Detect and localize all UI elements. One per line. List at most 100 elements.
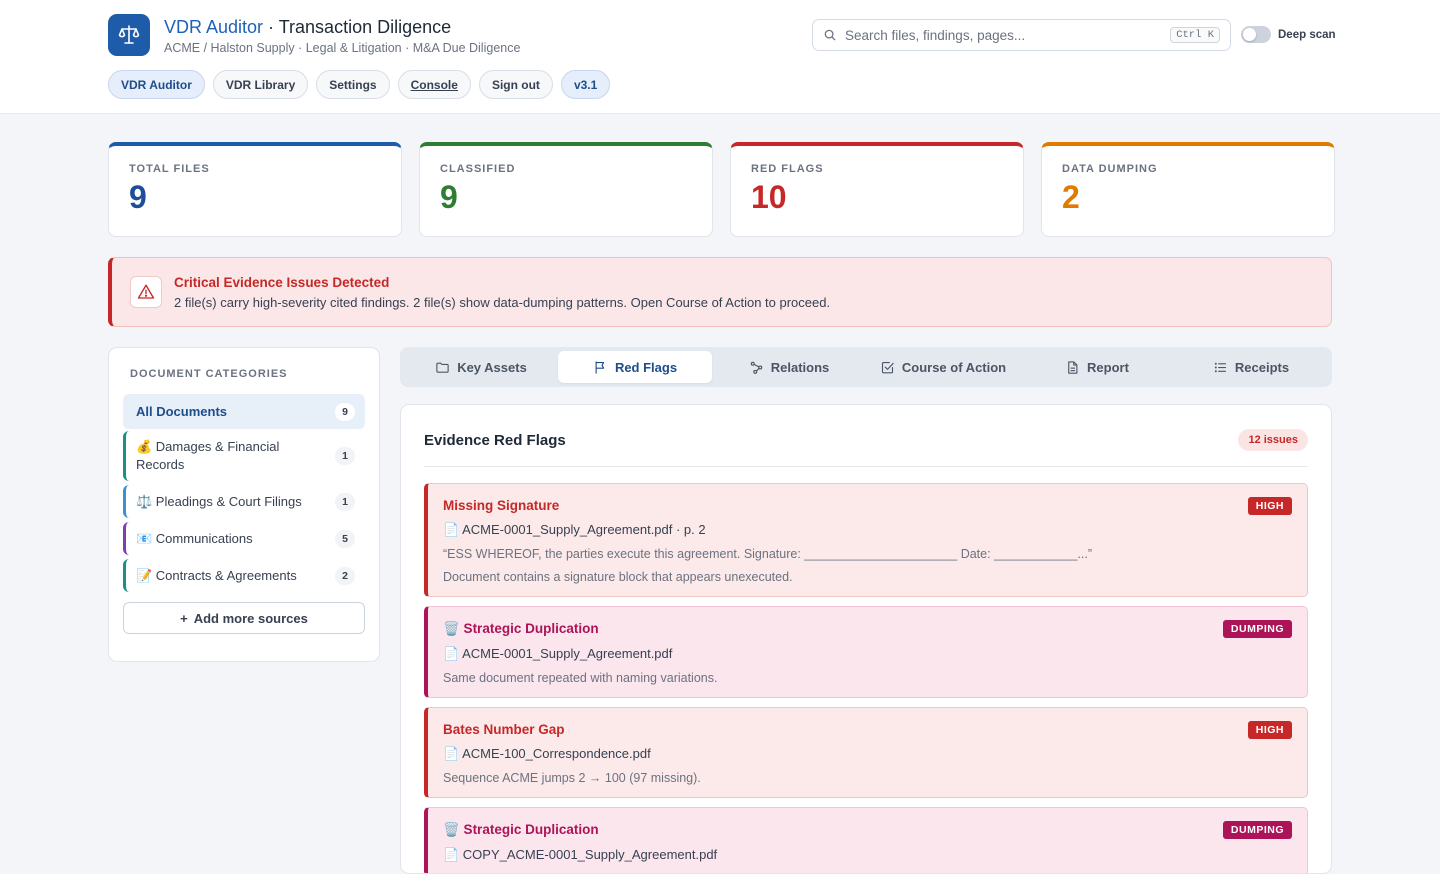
breadcrumb: ACME / Halston Supply · Legal & Litigati…: [164, 40, 521, 55]
deep-scan-control[interactable]: Deep scan: [1241, 26, 1336, 43]
panel-header: Evidence Red Flags 12 issues: [424, 405, 1308, 467]
critical-alert: Critical Evidence Issues Detected 2 file…: [108, 257, 1332, 327]
page-title-text: Transaction Diligence: [278, 16, 452, 37]
category-sidebar: DOCUMENT CATEGORIES All Documents 9 💰 Da…: [108, 347, 380, 662]
stat-total-files: TOTAL FILES 9: [108, 142, 402, 237]
stat-red-flags: RED FLAGS 10: [730, 142, 1024, 237]
main-tabs: Key Assets Red Flags Relations Course of…: [400, 347, 1332, 387]
tab-relations[interactable]: Relations: [712, 351, 866, 383]
category-count: 1: [335, 447, 355, 465]
tab-label: Course of Action: [901, 359, 1007, 375]
scales-icon[interactable]: [108, 14, 150, 56]
tab-label: Key Assets: [457, 359, 527, 375]
tab-course-of-action[interactable]: Course of Action: [866, 351, 1020, 383]
stat-data-dumping: DATA DUMPING 2: [1041, 142, 1335, 237]
stat-value: 10: [751, 179, 787, 215]
flag-file-link[interactable]: 📄 ACME-0001_Supply_Agreement.pdf · p. 2: [443, 522, 1292, 538]
issues-count-badge: 12 issues: [1238, 429, 1308, 451]
flag-title: 🗑️ Strategic Duplication: [443, 621, 599, 636]
flag-icon: [595, 360, 605, 374]
stat-label: RED FLAGS: [751, 163, 824, 175]
warning-icon: [130, 276, 162, 308]
stat-value: 9: [440, 179, 458, 215]
flag-description: Same document repeated with naming varia…: [443, 671, 718, 685]
stat-cards: TOTAL FILES 9 CLASSIFIED 9 RED FLAGS 10 …: [108, 142, 1335, 237]
flag-description: Document contains a signature block that…: [443, 570, 793, 584]
tab-label: Relations: [770, 359, 830, 375]
flag-file-link[interactable]: 📄 COPY_ACME-0001_Supply_Agreement.pdf: [443, 847, 1292, 863]
category-label: 📝 Contracts & Agreements: [136, 567, 297, 583]
flag-file-link[interactable]: 📄 ACME-100_Correspondence.pdf: [443, 746, 1292, 762]
stat-value: 9: [129, 179, 147, 215]
tab-label: Receipts: [1234, 359, 1290, 375]
stat-label: CLASSIFIED: [440, 163, 516, 175]
flag-title: 🗑️ Strategic Duplication: [443, 822, 599, 837]
category-count: 9: [335, 402, 355, 421]
folder-icon: [436, 362, 449, 373]
tab-receipts[interactable]: Receipts: [1174, 351, 1328, 383]
category-label: All Documents: [136, 403, 228, 419]
page-title: VDR Auditor · Transaction Diligence: [164, 16, 520, 38]
deep-scan-label: Deep scan: [1278, 28, 1336, 41]
search-bar[interactable]: Ctrl K: [812, 19, 1231, 51]
flag-description: Sequence ACME jumps 2 → 100 (97 missing)…: [443, 771, 701, 785]
nav-vdr-auditor[interactable]: VDR Auditor: [108, 70, 205, 99]
category-list: All Documents 9 💰 Damages & Financial Re…: [123, 394, 365, 592]
flag-card[interactable]: 🗑️ Strategic Duplication DUMPING 📄 ACME-…: [424, 606, 1308, 698]
list-icon: [1214, 362, 1226, 372]
app-name[interactable]: VDR Auditor: [164, 17, 263, 37]
flag-card[interactable]: Bates Number Gap HIGH 📄 ACME-100_Corresp…: [424, 707, 1308, 798]
search-icon: [824, 29, 836, 41]
category-label: ⚖️ Pleadings & Court Filings: [136, 493, 302, 509]
nav-vdr-library[interactable]: VDR Library: [212, 70, 309, 99]
category-damages-financial[interactable]: 💰 Damages & Financial Records 1: [123, 431, 365, 481]
category-label: 💰 Damages & Financial Records: [136, 439, 280, 472]
severity-badge: HIGH: [1247, 497, 1292, 515]
tab-label: Report: [1087, 359, 1129, 375]
top-nav: VDR Auditor VDR Library Settings Console…: [108, 70, 611, 99]
category-contracts[interactable]: 📝 Contracts & Agreements 2: [123, 559, 365, 592]
tab-label: Red Flags: [614, 359, 678, 375]
search-shortcut: Ctrl K: [1170, 27, 1220, 43]
flag-quote: “ESS WHEREOF, the parties execute this a…: [443, 547, 1093, 561]
nav-sign-out[interactable]: Sign out: [478, 70, 553, 99]
toggle-knob: [1243, 28, 1256, 41]
severity-badge: HIGH: [1247, 721, 1292, 739]
sidebar-heading: DOCUMENT CATEGORIES: [130, 368, 288, 380]
category-pleadings[interactable]: ⚖️ Pleadings & Court Filings 1: [123, 485, 365, 518]
add-sources-button[interactable]: + Add more sources: [123, 602, 365, 634]
tab-red-flags[interactable]: Red Flags: [558, 351, 712, 383]
check-square-icon: [881, 361, 894, 373]
category-label: 📧 Communications: [136, 530, 253, 546]
alert-message: 2 file(s) carry high-severity cited find…: [174, 294, 831, 310]
category-count: 2: [335, 566, 355, 585]
nav-console[interactable]: Console: [397, 70, 471, 99]
nav-settings[interactable]: Settings: [316, 70, 390, 99]
deep-scan-toggle[interactable]: [1241, 26, 1271, 43]
title-separator: ·: [263, 16, 279, 37]
flag-card[interactable]: Missing Signature HIGH 📄 ACME-0001_Suppl…: [424, 483, 1308, 597]
plus-icon: +: [180, 610, 188, 626]
alert-title: Critical Evidence Issues Detected: [174, 274, 390, 290]
category-all-documents[interactable]: All Documents 9: [123, 394, 365, 429]
flag-title: Missing Signature: [443, 498, 560, 513]
category-count: 1: [335, 492, 355, 511]
red-flags-panel: Evidence Red Flags 12 issues Missing Sig…: [400, 404, 1332, 874]
severity-badge: DUMPING: [1222, 620, 1292, 638]
category-count: 5: [335, 529, 355, 548]
version-badge: v3.1: [560, 70, 611, 99]
document-icon: [1068, 360, 1078, 374]
flag-title: Bates Number Gap: [443, 722, 565, 737]
share-icon: [750, 361, 762, 374]
add-sources-label: Add more sources: [193, 610, 308, 626]
flag-file-link[interactable]: 📄 ACME-0001_Supply_Agreement.pdf: [443, 646, 1292, 662]
category-communications[interactable]: 📧 Communications 5: [123, 522, 365, 555]
tab-report[interactable]: Report: [1020, 351, 1174, 383]
flag-list: Missing Signature HIGH 📄 ACME-0001_Suppl…: [424, 483, 1308, 873]
severity-badge: DUMPING: [1222, 821, 1292, 839]
flag-card[interactable]: 🗑️ Strategic Duplication DUMPING 📄 COPY_…: [424, 807, 1308, 873]
search-input[interactable]: [845, 27, 1171, 43]
tab-key-assets[interactable]: Key Assets: [404, 351, 558, 383]
panel-title: Evidence Red Flags: [424, 431, 566, 449]
stat-label: DATA DUMPING: [1062, 163, 1158, 175]
